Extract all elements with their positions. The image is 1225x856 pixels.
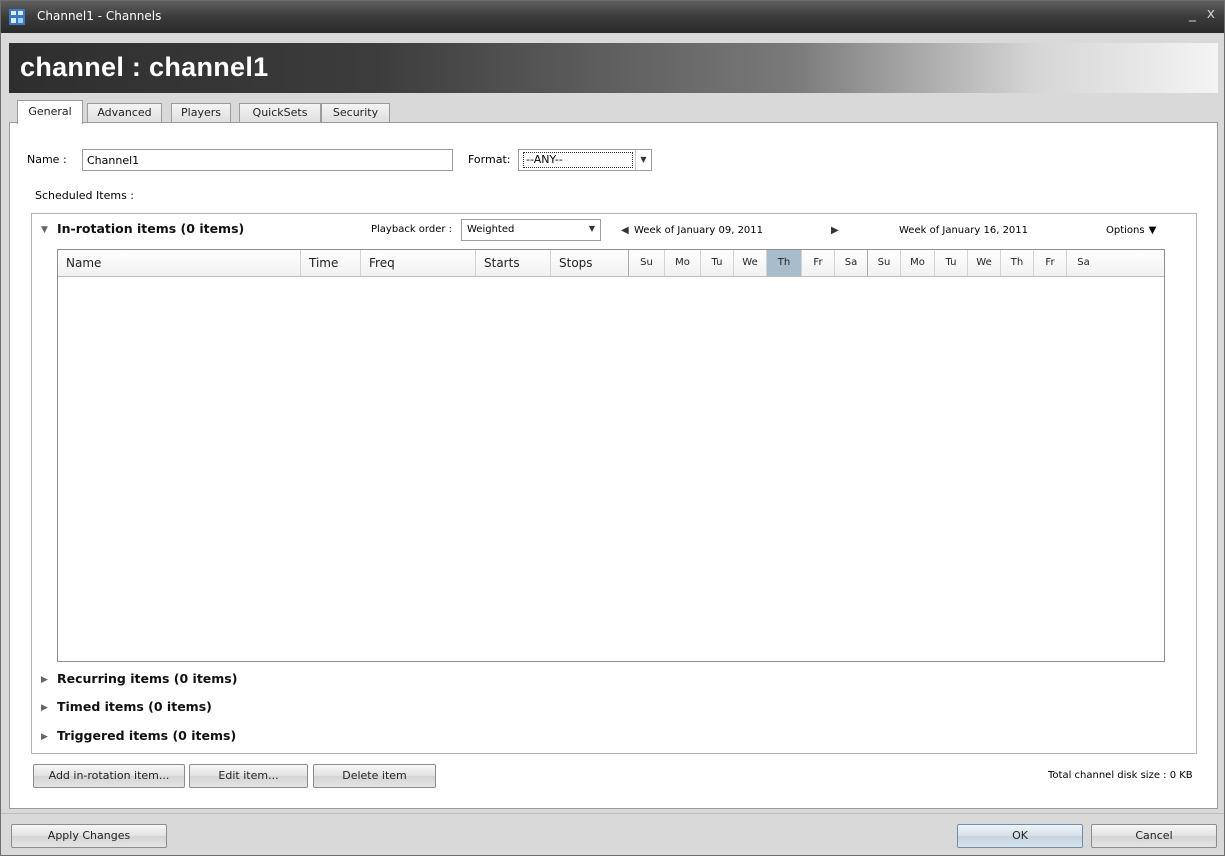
- options-caret-icon: ▼: [1148, 225, 1157, 236]
- expand-triangle-icon[interactable]: ▶: [41, 703, 48, 713]
- in-rotation-grid[interactable]: Name Time Freq Starts Stops Su Mo Tu We …: [57, 249, 1165, 662]
- cancel-button[interactable]: Cancel: [1091, 824, 1217, 848]
- week-2-label: Week of January 16, 2011: [899, 225, 1029, 236]
- scheduled-items-label: Scheduled Items :: [35, 189, 134, 202]
- in-rotation-section-header[interactable]: In-rotation items (0 items): [57, 221, 244, 236]
- column-header-stops[interactable]: Stops: [551, 250, 629, 276]
- close-button[interactable]: x: [1207, 6, 1215, 22]
- column-header-name[interactable]: Name: [58, 250, 301, 276]
- week-1-label: Week of January 09, 2011: [634, 225, 764, 236]
- collapse-triangle-icon[interactable]: ▼: [41, 225, 48, 235]
- options-label: Options: [1106, 225, 1145, 236]
- name-input[interactable]: [82, 149, 453, 171]
- name-label: Name :: [27, 153, 67, 166]
- tab-security[interactable]: Security: [321, 103, 390, 123]
- day-column-sa: Sa: [835, 250, 868, 276]
- channel-window: Channel1 - Channels _ x channel : channe…: [0, 0, 1225, 856]
- add-in-rotation-item-button[interactable]: Add in-rotation item...: [33, 764, 185, 788]
- format-select-value: --ANY--: [523, 152, 633, 168]
- next-week-icon[interactable]: ▶: [831, 225, 839, 236]
- expand-triangle-icon[interactable]: ▶: [41, 675, 48, 685]
- window-title: Channel1 - Channels: [37, 9, 162, 23]
- delete-item-button[interactable]: Delete item: [313, 764, 436, 788]
- title-bar[interactable]: Channel1 - Channels _ x: [1, 1, 1224, 33]
- day-column-su: Su: [868, 250, 901, 276]
- format-select[interactable]: --ANY-- ▼: [518, 149, 652, 171]
- ok-button[interactable]: OK: [957, 824, 1083, 848]
- day-column-we: We: [734, 250, 767, 276]
- tab-quicksets[interactable]: QuickSets: [239, 103, 321, 123]
- column-header-freq[interactable]: Freq: [361, 250, 476, 276]
- minimize-button[interactable]: _: [1189, 6, 1196, 22]
- tab-players[interactable]: Players: [171, 103, 231, 123]
- page-title: channel : channel1: [20, 52, 269, 82]
- chevron-down-icon[interactable]: ▼: [635, 150, 651, 170]
- footer-divider: [1, 813, 1224, 814]
- playback-order-value: Weighted: [467, 224, 515, 235]
- day-column-su: Su: [629, 250, 665, 276]
- playback-order-label: Playback order :: [371, 224, 453, 235]
- day-column-th-today: Th: [767, 250, 802, 276]
- triggered-section-header[interactable]: Triggered items (0 items): [57, 728, 236, 743]
- previous-week-icon[interactable]: ◀: [621, 225, 629, 236]
- format-label: Format:: [468, 153, 511, 166]
- options-menu[interactable]: Options ▼: [1106, 225, 1156, 236]
- day-column-mo: Mo: [665, 250, 701, 276]
- edit-item-button[interactable]: Edit item...: [189, 764, 308, 788]
- tab-general[interactable]: General: [17, 100, 83, 124]
- day-column-tu: Tu: [701, 250, 734, 276]
- channel-disk-size: Total channel disk size : 0 KB: [1048, 770, 1193, 781]
- timed-section-header[interactable]: Timed items (0 items): [57, 699, 212, 714]
- day-column-fr: Fr: [1034, 250, 1067, 276]
- recurring-section-header[interactable]: Recurring items (0 items): [57, 671, 237, 686]
- channel-app-icon: [9, 9, 25, 25]
- expand-triangle-icon[interactable]: ▶: [41, 732, 48, 742]
- day-column-we: We: [968, 250, 1001, 276]
- apply-changes-button[interactable]: Apply Changes: [11, 824, 167, 848]
- header-banner: channel : channel1: [9, 43, 1218, 93]
- day-column-th: Th: [1001, 250, 1034, 276]
- playback-order-select[interactable]: Weighted ▼: [461, 219, 601, 241]
- grid-header: Name Time Freq Starts Stops Su Mo Tu We …: [58, 250, 1164, 277]
- column-header-time[interactable]: Time: [301, 250, 361, 276]
- day-column-fr: Fr: [802, 250, 835, 276]
- tab-advanced[interactable]: Advanced: [87, 103, 162, 123]
- chevron-down-icon[interactable]: ▼: [589, 224, 595, 233]
- day-column-sa: Sa: [1077, 257, 1090, 268]
- day-column-mo: Mo: [901, 250, 935, 276]
- day-column-tu: Tu: [935, 250, 968, 276]
- column-header-starts[interactable]: Starts: [476, 250, 551, 276]
